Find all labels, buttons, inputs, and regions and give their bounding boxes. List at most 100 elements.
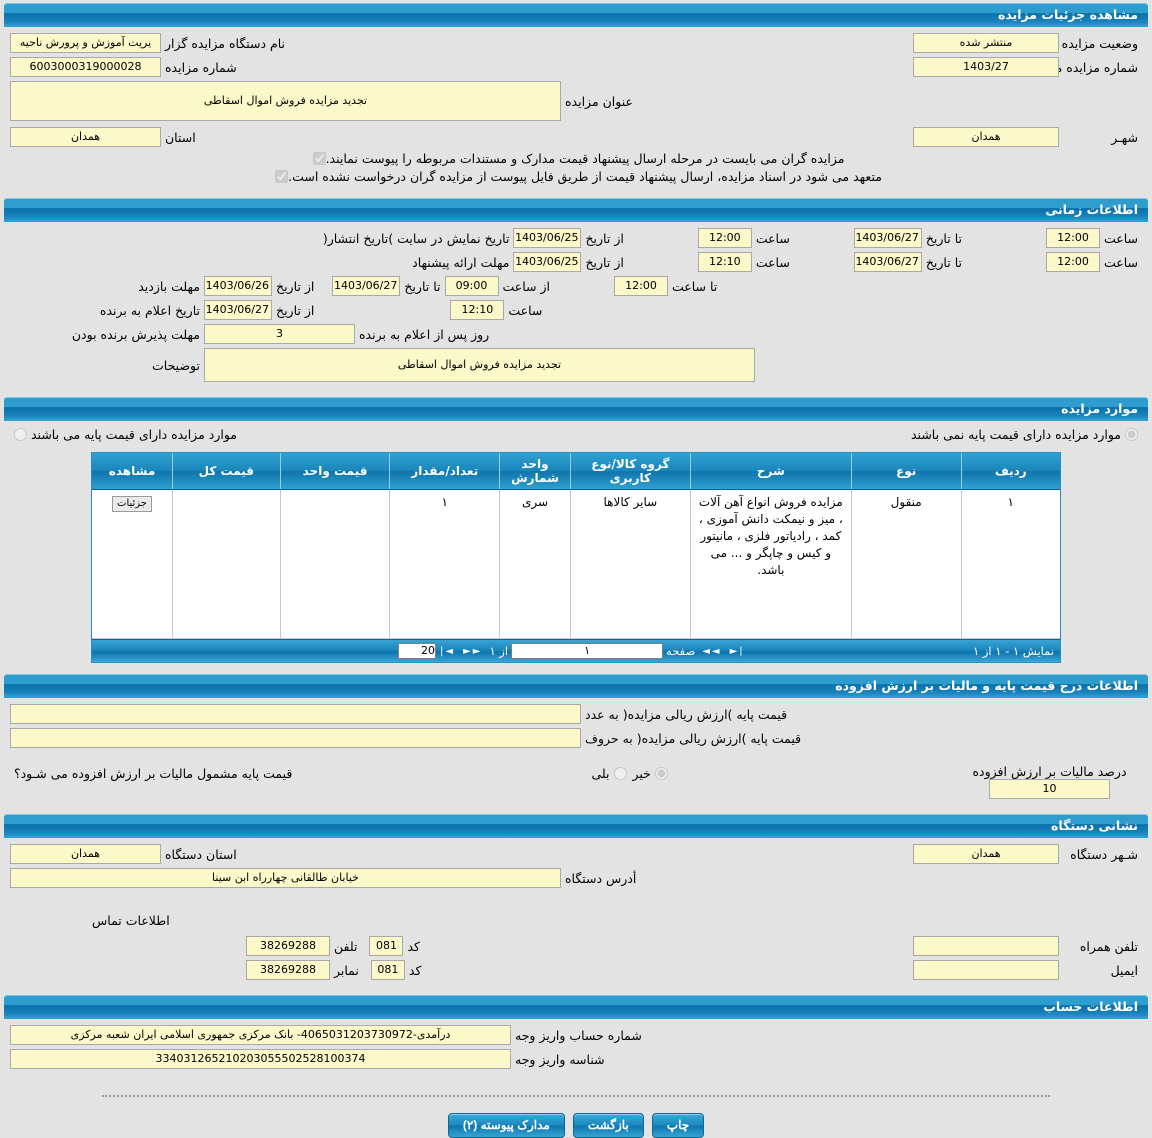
field-email[interactable] [913, 960, 1059, 980]
label-org: نام دستگاه مزایده گزار [165, 35, 286, 51]
pager-prev-icon[interactable]: ►► [459, 646, 486, 657]
radio-with-base-label: موارد مزایده دارای قیمت پایه می باشند [31, 427, 237, 442]
details-button[interactable]: جزئیات [112, 496, 152, 512]
back-button[interactable]: بازگشت [572, 1113, 644, 1138]
field-visit-to-hour[interactable]: 12:00 [614, 276, 668, 296]
label-email: ایمیل [1110, 962, 1138, 978]
col-unit-price: قیمت واحد [279, 453, 390, 490]
col-view: مشاهده [92, 453, 173, 490]
checkbox1-label: مزایده گران می بایست در مرحله ارسال پیشن… [325, 151, 845, 166]
label-phone-code: کد [407, 938, 420, 954]
pager-next-icon[interactable]: ◄◄ [698, 646, 725, 657]
field-device-city[interactable]: همدان [913, 844, 1059, 864]
radio-with-base-price[interactable] [14, 428, 27, 441]
pager-last-icon[interactable]: |► [726, 646, 749, 657]
label-accept-suffix: روز پس از اعلام به برنده [359, 326, 490, 342]
row-contact-title: اطلاعات تماس [10, 910, 1142, 930]
label-visit-to: تا تاریخ [404, 278, 441, 294]
section-body-items: موارد مزایده دارای قیمت پایه نمی باشند م… [2, 421, 1150, 671]
footer-divider [102, 1095, 1050, 1097]
field-province[interactable]: همدان [10, 127, 161, 147]
checkbox-no-price-file[interactable] [275, 170, 289, 183]
field-publish-from-date[interactable]: 1403/06/25 [513, 228, 582, 248]
field-visit-from-date[interactable]: 1403/06/26 [204, 276, 272, 296]
field-winner-hour[interactable]: 12:10 [450, 300, 505, 320]
radio-group-without-base[interactable]: موارد مزایده دارای قیمت پایه نمی باشند [911, 427, 1138, 442]
field-notes[interactable]: تجدید مزایده فروش اموال اسقاطی [204, 348, 755, 382]
field-visit-to-date[interactable]: 1403/06/27 [332, 276, 401, 296]
label-fax: نمابر [334, 962, 359, 978]
radio-without-base-label: موارد مزایده دارای قیمت پایه نمی باشند [911, 427, 1121, 442]
field-publish-to-hour[interactable]: 12:00 [1045, 228, 1100, 248]
section-title-timing: اطلاعات زمانی [1045, 202, 1138, 217]
pager-page-input[interactable]: ۱ [511, 643, 664, 659]
attachments-button[interactable]: مدارک پیوسته (۲) [447, 1113, 565, 1138]
field-status[interactable]: منتشر شده [913, 33, 1059, 53]
label-hour1-offer: ساعت [755, 254, 790, 270]
section-header-details: مشاهده جزئیات مزایده [4, 3, 1148, 27]
field-device-address[interactable]: خیابان طالقانی چهارراه ابن سینا [10, 868, 561, 888]
field-mobile[interactable] [913, 936, 1059, 956]
field-base-price-number[interactable] [10, 704, 581, 724]
field-phone[interactable]: 38269288 [246, 936, 330, 956]
field-subject[interactable]: تجدید مزایده فروش اموال اسقاطی [10, 81, 561, 121]
field-account-number[interactable]: درآمدی-4065031203730972- بانک مرکزی جمهو… [10, 1025, 511, 1045]
field-offer-from-hour[interactable]: 12:10 [697, 252, 752, 272]
row-device-address: أدرس دستگاه خیابان طالقانی چهارراه ابن س… [10, 868, 1142, 888]
label-offer-row: مهلت ارائه پیشنهاد [412, 254, 510, 270]
radio-vat-no[interactable] [654, 767, 668, 780]
field-publish-from-hour[interactable]: 12:00 [697, 228, 752, 248]
field-winner-date[interactable]: 1403/06/27 [204, 300, 272, 320]
field-offer-to-date[interactable]: 1403/06/27 [853, 252, 922, 272]
section-title-details: مشاهده جزئیات مزایده [997, 7, 1138, 22]
radio-group-vat-yes[interactable]: بلی [591, 766, 627, 781]
row-device-location: شـهر دستگاه همدان استان دستگاه همدان [10, 844, 1142, 864]
field-city[interactable]: همدان [913, 127, 1059, 147]
col-group: گروه کالا/نوع کاربری [569, 453, 691, 490]
field-fax[interactable]: 38269288 [246, 960, 330, 980]
section-header-account: اطلاعات حساب [4, 995, 1148, 1019]
cell-sharh: مزایده فروش انواع آهن آلات ، میز و نیمکت… [689, 489, 852, 639]
print-button[interactable]: چاپ [651, 1113, 705, 1138]
checkbox-attach-docs[interactable] [312, 152, 326, 165]
field-base-price-words[interactable] [10, 728, 581, 748]
field-device-province[interactable]: همدان [10, 844, 161, 864]
cell-count: ۱ [389, 489, 500, 639]
label-winner-from: از تاریخ [276, 302, 315, 318]
col-radif: ردیف [960, 453, 1060, 490]
section-body-timing: ساعت 12:00 تا تاریخ 1403/06/27 ساعت 12:0… [2, 222, 1150, 394]
pager-first-icon[interactable]: ◄| [436, 646, 459, 657]
radio-group-vat-no[interactable]: خیر [633, 766, 668, 781]
label-city: شهـر [1111, 129, 1138, 145]
field-payment-id[interactable]: 334031265210203055502528100374 [10, 1049, 511, 1069]
row-base-price-words: قیمت پایه )ارزش ریالی مزایده( به حروف [10, 728, 1142, 748]
section-title-items: موارد مزایده [1061, 401, 1138, 416]
row-number-ref: شماره مزایده مرجع 1403/27 شماره مزایده 6… [10, 57, 1142, 77]
field-fax-code[interactable]: 081 [370, 960, 405, 980]
section-header-timing: اطلاعات زمانی [4, 198, 1148, 222]
field-number[interactable]: 6003000319000028 [10, 57, 161, 77]
label-base-price-number: قیمت پایه )ارزش ریالی مزایده( به عدد [585, 706, 788, 722]
radio-vat-yes[interactable] [613, 767, 627, 780]
cell-group: سایر کالاها [569, 489, 691, 639]
field-phone-code[interactable]: 081 [369, 936, 404, 956]
label-device-city: شـهر دستگاه [1070, 846, 1138, 862]
radio-without-base-price[interactable] [1125, 428, 1138, 441]
label-visit-from: از تاریخ [276, 278, 315, 294]
field-offer-to-hour[interactable]: 12:00 [1045, 252, 1100, 272]
radio-group-with-base[interactable]: موارد مزایده دارای قیمت پایه می باشند [14, 427, 237, 442]
cell-total-price [172, 489, 281, 639]
field-org[interactable]: یریت آموزش و پرورش ناحیه [10, 33, 161, 53]
field-visit-from-hour[interactable]: 09:00 [444, 276, 499, 296]
pager-page-size-input[interactable]: 20 [398, 643, 436, 659]
field-accept-days[interactable]: 3 [204, 324, 355, 344]
section-body-account: شماره حساب واریز وجه درآمدی-406503120373… [2, 1019, 1150, 1081]
field-offer-from-date[interactable]: 1403/06/25 [513, 252, 582, 272]
section-header-address: نشانی دستگاه [4, 814, 1148, 838]
field-vat-percent[interactable]: 10 [989, 779, 1110, 799]
label-hour2-publish: ساعت [1103, 230, 1138, 246]
label-vat-question: قیمت پایه مشمول مالیات بر ارزش افزوده می… [13, 766, 293, 781]
field-publish-to-date[interactable]: 1403/06/27 [853, 228, 922, 248]
field-ref-number[interactable]: 1403/27 [913, 57, 1059, 77]
label-account-number: شماره حساب واریز وجه [515, 1027, 642, 1043]
